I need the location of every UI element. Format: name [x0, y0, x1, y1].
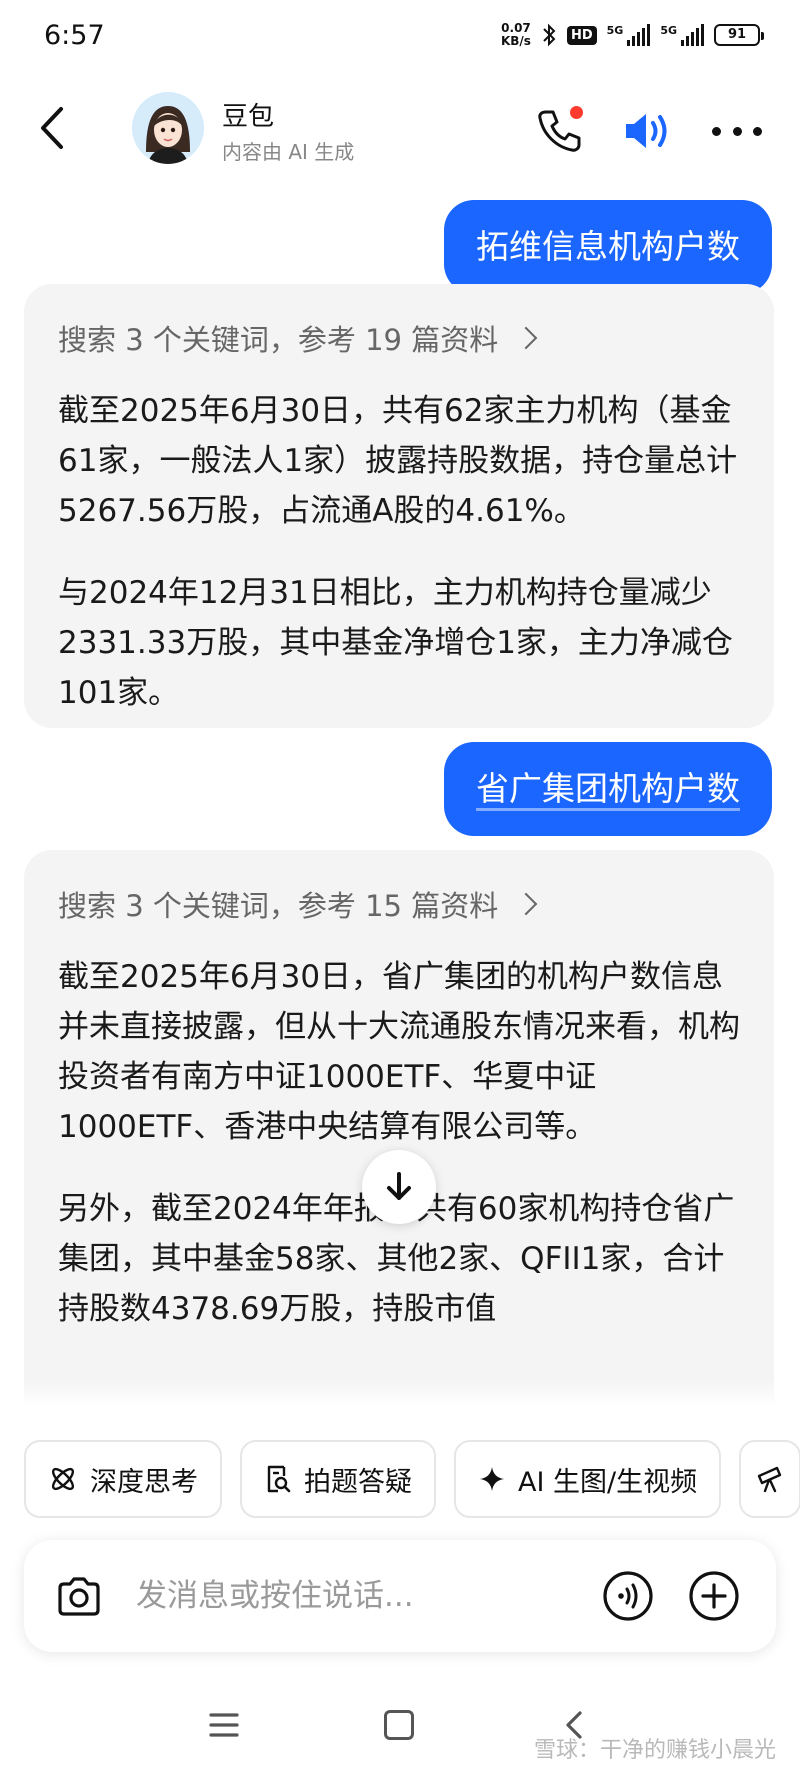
user-message[interactable]: 拓维信息机构户数 — [444, 200, 772, 294]
bot-avatar-icon — [132, 92, 204, 164]
telescope-icon — [757, 1466, 782, 1493]
chevron-left-icon — [41, 107, 63, 149]
chevron-right-icon — [514, 892, 538, 916]
battery-icon: 91 — [714, 24, 764, 46]
signal-icon: 5G — [660, 24, 704, 46]
bot-message: 搜索 3 个关键词，参考 19 篇资料 截至2025年6月30日，共有62家主力… — [24, 284, 774, 728]
ai-generate-button[interactable]: AI 生图/生视频 — [454, 1440, 722, 1518]
network-speed: 0.07 KB/s — [501, 22, 531, 48]
chat-fade — [0, 1380, 800, 1406]
doc-search-icon — [267, 1465, 291, 1493]
more-tools-button[interactable] — [739, 1440, 800, 1518]
search-summary: 搜索 3 个关键词，参考 15 篇资料 — [58, 889, 499, 923]
dot-icon — [732, 126, 742, 136]
dot-icon — [712, 126, 721, 136]
menu-icon — [209, 1713, 239, 1737]
sparkle-icon — [480, 1467, 504, 1491]
bot-paragraph: 与2024年12月31日相比，主力机构持仓量减少2331.33万股，其中基金净增… — [58, 575, 733, 711]
signal-icon: 5G — [607, 24, 651, 46]
search-sources-link[interactable]: 搜索 3 个关键词，参考 15 篇资料 — [58, 878, 740, 930]
user-message-text: 拓维信息机构户数 — [476, 227, 740, 266]
watermark: 雪球：干净的赚钱小晨光 — [533, 1738, 776, 1763]
signal-label: 5G — [660, 24, 677, 37]
more-options-button[interactable] — [712, 116, 762, 146]
signal-label: 5G — [606, 24, 624, 37]
deep-think-button[interactable]: 深度思考 — [24, 1440, 222, 1518]
camera-button[interactable] — [54, 1572, 104, 1622]
speaker-button[interactable] — [620, 106, 676, 156]
hd-badge: HD — [566, 25, 597, 45]
system-nav-bar: 雪球：干净的赚钱小晨光 — [0, 1670, 800, 1778]
add-attachment-button[interactable] — [688, 1570, 740, 1622]
arrow-down-icon — [387, 1172, 411, 1200]
message-input[interactable] — [136, 1568, 486, 1624]
ai-disclaimer: 内容由 AI 生成 — [222, 140, 355, 164]
back-button[interactable] — [30, 96, 74, 160]
camera-icon — [58, 1577, 100, 1616]
status-time: 6:57 — [44, 20, 105, 51]
user-message[interactable]: 省广集团机构户数 — [444, 742, 772, 836]
recent-apps-button[interactable] — [208, 1710, 240, 1740]
plus-circle-icon — [689, 1571, 739, 1621]
voice-wave-icon — [603, 1571, 653, 1621]
message-composer — [24, 1540, 776, 1652]
status-bar: 6:57 0.07 KB/s HD 5G 5G 91 — [0, 0, 800, 76]
bot-name: 豆包 — [222, 102, 275, 132]
atom-icon — [51, 1467, 75, 1491]
status-icons: 0.07 KB/s HD 5G 5G 91 — [501, 22, 764, 48]
home-button[interactable] — [384, 1710, 414, 1740]
bot-paragraph: 截至2025年6月30日，共有62家主力机构（基金61家，一般法人1家）披露持股… — [58, 393, 738, 529]
bot-paragraph: 截至2025年6月30日，省广集团的机构户数信息并未直接披露，但从十大流通股东情… — [58, 959, 740, 1145]
user-message-text: 省广集团机构户数 — [476, 769, 740, 808]
voice-input-button[interactable] — [602, 1570, 654, 1622]
bluetooth-icon — [543, 23, 556, 47]
network-speed-unit: KB/s — [500, 34, 531, 48]
chevron-right-icon — [514, 326, 538, 350]
bot-message: 搜索 3 个关键词，参考 15 篇资料 截至2025年6月30日，省广集团的机构… — [24, 850, 774, 1406]
photo-question-button[interactable]: 拍题答疑 — [240, 1440, 436, 1518]
search-sources-link[interactable]: 搜索 3 个关键词，参考 19 篇资料 — [58, 312, 740, 364]
dot-icon — [753, 126, 762, 136]
chat-header: 豆包 内容由 AI 生成 — [0, 76, 800, 188]
search-summary: 搜索 3 个关键词，参考 19 篇资料 — [58, 323, 499, 357]
notification-dot — [570, 106, 583, 119]
speaker-icon — [626, 114, 667, 148]
scroll-to-bottom-button[interactable] — [362, 1150, 436, 1224]
avatar[interactable] — [132, 92, 204, 164]
quick-actions: 深度思考 拍题答疑 AI 生图/生视频 — [24, 1440, 800, 1518]
quick-action-label: 深度思考 — [90, 1466, 198, 1498]
quick-action-label: AI 生图/生视频 — [518, 1466, 698, 1498]
quick-action-label: 拍题答疑 — [304, 1466, 412, 1498]
